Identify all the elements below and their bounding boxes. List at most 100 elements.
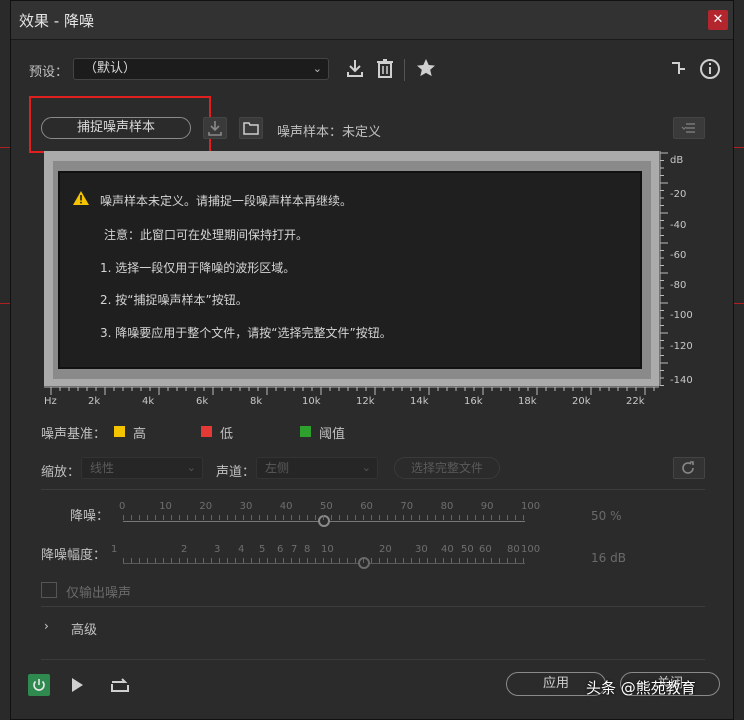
slider-tick-mark: [467, 515, 468, 520]
slider-tick-mark: [395, 515, 396, 520]
slider-tick-mark: [243, 515, 244, 520]
slider-tick-mark: [259, 558, 260, 563]
legend-high-label: 高: [133, 427, 147, 442]
reset-icon[interactable]: [673, 457, 705, 479]
select-full-file-button[interactable]: 选择完整文件: [394, 457, 500, 479]
save-noise-print-icon[interactable]: [203, 117, 227, 139]
slider-tick-mark: [355, 515, 356, 520]
slider-tick-label: 3: [214, 544, 221, 555]
watermark-text: 头条 @熊苑教育: [586, 679, 696, 697]
undefined-sample-message: 噪声样本未定义。请捕捉一段噪声样本再继续。 注意：此窗口可在处理期间保持打开。 …: [58, 171, 642, 369]
close-button[interactable]: ✕: [708, 10, 728, 30]
slider-tick-mark: [419, 515, 420, 520]
capture-noise-print-button[interactable]: 捕捉噪声样本: [41, 117, 191, 139]
slider-tick-mark: [211, 558, 212, 563]
message-line: 1. 选择一段仅用于降噪的波形区域。: [100, 261, 296, 275]
slider-tick-mark: [267, 515, 268, 520]
play-icon[interactable]: [69, 676, 85, 698]
slider-tick-mark: [475, 558, 476, 563]
slider-tick-mark: [515, 558, 516, 563]
slider-tick-label: 20: [379, 544, 392, 555]
slider-tick-mark: [275, 515, 276, 520]
slider-tick-mark: [379, 558, 380, 563]
background-app-right: [734, 0, 744, 720]
slider-tick-mark: [459, 515, 460, 520]
slider-tick-mark: [219, 515, 220, 520]
legend-swatch-threshold: [300, 426, 311, 437]
loop-icon[interactable]: [110, 676, 130, 698]
slider-tick-label: 60: [479, 544, 492, 555]
slider-tick-mark: [235, 558, 236, 563]
info-icon[interactable]: [699, 58, 721, 80]
slider-tick-label: 0: [119, 501, 126, 512]
panel-menu-icon[interactable]: [673, 117, 705, 139]
scale-dropdown[interactable]: 线性 ⌄: [81, 457, 203, 479]
slider-tick-mark: [339, 515, 340, 520]
output-noise-only-checkbox[interactable]: [41, 582, 57, 598]
advanced-section-toggle[interactable]: 高级: [71, 619, 97, 638]
reduce-by-value[interactable]: 16 dB: [591, 551, 626, 565]
slider-tick-mark: [483, 558, 484, 563]
x-tick-label: 10k: [302, 396, 321, 407]
slider-tick-label: 30: [415, 544, 428, 555]
download-icon[interactable]: [344, 58, 366, 80]
slider-tick-mark: [507, 558, 508, 563]
noise-graph: 噪声样本未定义。请捕捉一段噪声样本再继续。 注意：此窗口可在处理期间保持打开。 …: [44, 151, 704, 413]
slider-tick-mark: [475, 515, 476, 520]
slider-tick-mark: [403, 515, 404, 520]
slider-tick-mark: [243, 558, 244, 563]
slider-tick-mark: [435, 558, 436, 563]
chevron-right-icon[interactable]: ›: [44, 619, 49, 633]
noise-reduction-value[interactable]: 50 %: [591, 509, 622, 523]
slider-tick-label: 40: [279, 501, 293, 512]
waveform-marker: [734, 303, 744, 304]
slider-tick-mark: [371, 515, 372, 520]
slider-tick-mark: [363, 558, 364, 563]
slider-tick-mark: [155, 558, 156, 563]
preset-label: 预设：: [29, 65, 69, 80]
slider-tick-mark: [387, 515, 388, 520]
y-tick-label: -140: [670, 375, 693, 386]
slider-tick-mark: [443, 558, 444, 563]
star-icon[interactable]: [415, 58, 437, 80]
slider-tick-label: 1: [111, 544, 118, 555]
slider-tick-label: 50: [461, 544, 474, 555]
folder-icon[interactable]: [239, 117, 263, 139]
slider-tick-mark: [123, 515, 124, 520]
section-divider: [41, 489, 705, 490]
channel-label: 声道：: [216, 465, 256, 480]
slider-tick-mark: [451, 515, 452, 520]
power-toggle[interactable]: [28, 674, 50, 696]
channel-dropdown[interactable]: 左侧 ⌄: [256, 457, 378, 479]
scale-label: 缩放：: [41, 465, 81, 480]
scale-value: 线性: [90, 461, 115, 475]
reduce-by-slider-thumb[interactable]: [358, 557, 370, 569]
chevron-down-icon: ⌄: [186, 461, 196, 474]
slider-tick-mark: [275, 558, 276, 563]
y-tick-label: -80: [670, 280, 687, 291]
warning-icon: [72, 190, 90, 210]
slider-tick-mark: [315, 558, 316, 563]
slider-tick-label: 100: [521, 501, 541, 512]
output-noise-only-label: 仅输出噪声: [66, 586, 132, 601]
preset-dropdown[interactable]: （默认） ⌄: [73, 58, 329, 80]
slider-tick-mark: [379, 515, 380, 520]
trash-icon[interactable]: [374, 58, 396, 80]
slider-tick-mark: [299, 515, 300, 520]
routing-icon[interactable]: [669, 59, 689, 79]
slider-tick-mark: [331, 558, 332, 563]
y-tick-label: -20: [670, 189, 687, 200]
slider-tick-label: 10: [159, 501, 172, 512]
toolbar-separator: [404, 59, 405, 81]
slider-tick-label: 2: [181, 544, 188, 555]
slider-tick-mark: [147, 515, 148, 520]
x-tick-label: 2k: [88, 396, 101, 407]
x-tick-label: 18k: [518, 396, 537, 407]
y-tick-label: dB: [670, 155, 684, 166]
slider-tick-mark: [323, 515, 324, 520]
slider-tick-mark: [227, 558, 228, 563]
slider-tick-mark: [251, 558, 252, 563]
dialog-title: 效果 - 降噪: [19, 12, 94, 30]
message-line: 2. 按“捕捉噪声样本”按钮。: [100, 293, 248, 307]
noise-reduction-slider-thumb[interactable]: [318, 515, 330, 527]
